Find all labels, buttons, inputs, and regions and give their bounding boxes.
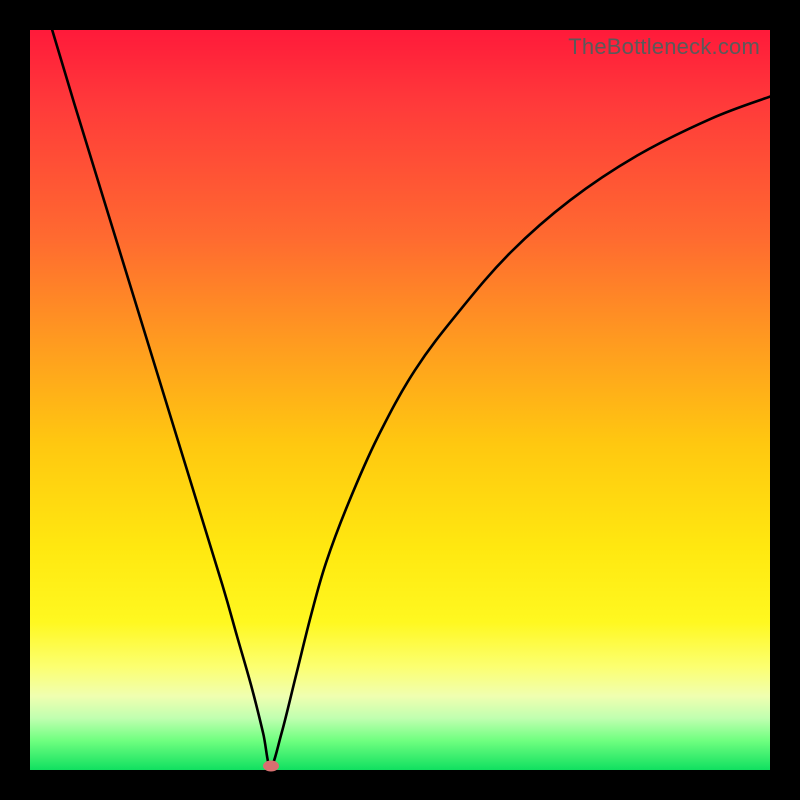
chart-frame: TheBottleneck.com [0, 0, 800, 800]
minimum-marker [263, 761, 279, 772]
bottleneck-curve [30, 30, 770, 770]
plot-area: TheBottleneck.com [30, 30, 770, 770]
